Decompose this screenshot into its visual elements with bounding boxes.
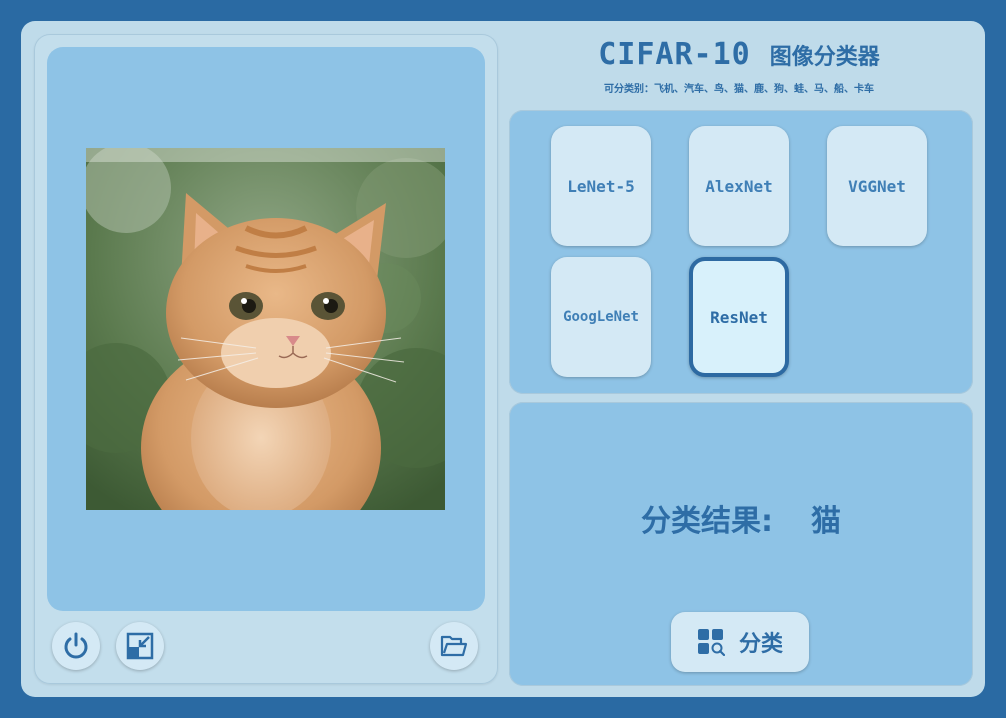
minimize-window-icon	[126, 632, 154, 660]
model-label: AlexNet	[705, 176, 773, 196]
power-button[interactable]	[52, 622, 100, 670]
image-display-area	[47, 47, 485, 611]
minimize-button[interactable]	[116, 622, 164, 670]
model-label: GoogLeNet	[563, 309, 639, 325]
model-button-alexnet[interactable]: AlexNet	[689, 126, 789, 246]
model-button-googlenet[interactable]: GoogLeNet	[551, 257, 651, 377]
model-button-lenet5[interactable]: LeNet-5	[551, 126, 651, 246]
model-label: VGGNet	[848, 176, 906, 196]
category-list-text: 可分类别：飞机、汽车、鸟、猫、鹿、狗、蛙、马、船、卡车	[604, 84, 874, 95]
result-label: 分类结果:	[641, 504, 773, 539]
app-window: CIFAR-10 图像分类器 可分类别：飞机、汽车、鸟、猫、鹿、狗、蛙、马、船、…	[21, 21, 985, 697]
result-value: 猫	[811, 504, 841, 539]
title-cn-text: 图像分类器	[769, 45, 880, 70]
model-label: LeNet-5	[567, 176, 635, 196]
folder-open-icon	[440, 635, 468, 657]
power-icon	[64, 632, 88, 659]
page-title: CIFAR-10 图像分类器	[509, 35, 969, 78]
result-panel: 分类结果: 猫 分类	[509, 402, 973, 686]
classify-label: 分类	[738, 632, 783, 657]
open-file-button[interactable]	[430, 622, 478, 670]
image-panel	[34, 34, 498, 684]
grid-search-icon	[697, 629, 725, 656]
kitten-photo	[86, 148, 445, 510]
classification-result: 分类结果: 猫	[509, 496, 973, 540]
model-label: ResNet	[710, 307, 768, 327]
model-button-resnet[interactable]: ResNet	[689, 257, 789, 377]
title-main-text: CIFAR-10	[598, 37, 751, 72]
classify-button[interactable]: 分类	[671, 612, 809, 672]
model-button-vggnet[interactable]: VGGNet	[827, 126, 927, 246]
model-selection-panel: LeNet-5 AlexNet VGGNet GoogLeNet ResNet	[509, 110, 973, 394]
input-image	[86, 148, 445, 510]
app-header: CIFAR-10 图像分类器 可分类别：飞机、汽车、鸟、猫、鹿、狗、蛙、马、船、…	[509, 35, 969, 95]
